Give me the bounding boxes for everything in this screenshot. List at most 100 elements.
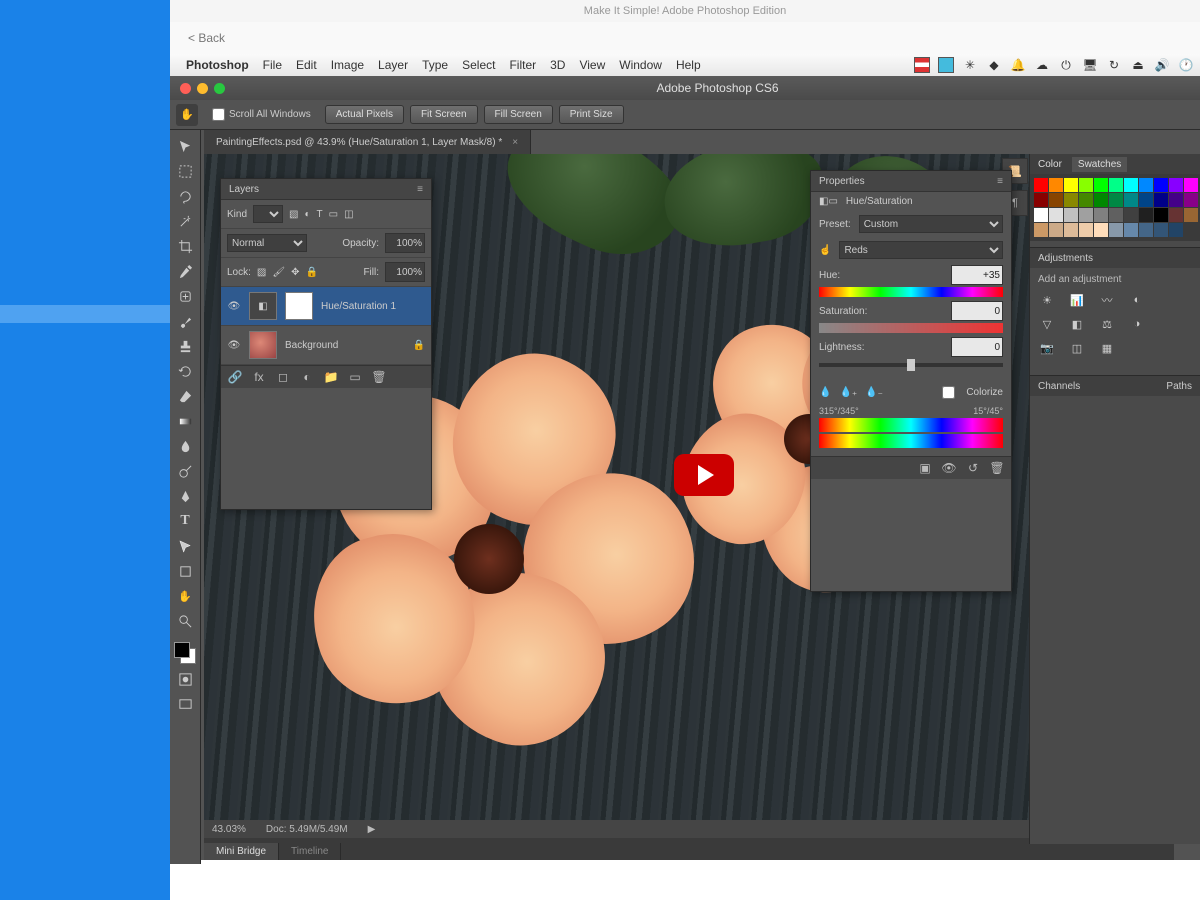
colorbalance-adj-icon[interactable]: ⚖ xyxy=(1098,315,1116,333)
status-docinfo[interactable]: Doc: 5.49M/5.49M xyxy=(266,824,348,835)
panel-menu-icon[interactable]: ≡ xyxy=(997,176,1003,187)
layer-mask-thumb[interactable] xyxy=(285,292,313,320)
eyedropper-icon[interactable]: 💧 xyxy=(819,387,831,398)
fit-screen-button[interactable]: Fit Screen xyxy=(410,105,478,124)
filter-adj-icon[interactable]: ◐ xyxy=(304,209,310,220)
swatch[interactable] xyxy=(1169,178,1183,192)
menu-file[interactable]: File xyxy=(263,58,282,72)
status-arrow-icon[interactable]: ▶ xyxy=(368,824,376,835)
mask-icon[interactable]: ◻ xyxy=(275,369,291,385)
visibility-icon[interactable]: 👁 xyxy=(227,340,241,351)
wand-tool[interactable] xyxy=(172,209,198,233)
video-play-button[interactable] xyxy=(674,454,734,496)
paths-tab[interactable]: Paths xyxy=(1166,381,1192,392)
swatch[interactable] xyxy=(1064,208,1078,222)
swatch[interactable] xyxy=(1109,223,1123,237)
status-zoom[interactable]: 43.03% xyxy=(212,824,246,835)
menu-view[interactable]: View xyxy=(579,58,605,72)
bg-layer-thumb[interactable] xyxy=(249,331,277,359)
status-flag-icon[interactable] xyxy=(914,57,930,73)
hand-tool-2[interactable]: ✋ xyxy=(172,584,198,608)
eraser-tool[interactable] xyxy=(172,384,198,408)
window-close-button[interactable] xyxy=(180,83,191,94)
swatch[interactable] xyxy=(1034,178,1048,192)
trash-icon[interactable]: 🗑 xyxy=(371,369,387,385)
layers-panel-header[interactable]: Layers≡ xyxy=(221,179,431,200)
blur-tool[interactable] xyxy=(172,434,198,458)
swatch[interactable] xyxy=(1064,193,1078,207)
type-tool[interactable]: T xyxy=(172,509,198,533)
targeted-adjustment-icon[interactable]: ☝ xyxy=(819,245,831,256)
lock-position-icon[interactable]: ✥ xyxy=(291,267,299,278)
color-range-bar-top[interactable] xyxy=(819,418,1003,432)
close-tab-icon[interactable]: × xyxy=(512,137,518,148)
swatch[interactable] xyxy=(1169,208,1183,222)
hue-input[interactable] xyxy=(951,265,1003,285)
menu-3d[interactable]: 3D xyxy=(550,58,565,72)
pen-tool[interactable] xyxy=(172,484,198,508)
swatch[interactable] xyxy=(1094,193,1108,207)
lock-pixels-icon[interactable]: 🖌 xyxy=(272,267,285,278)
menu-layer[interactable]: Layer xyxy=(378,58,408,72)
marquee-tool[interactable] xyxy=(172,159,198,183)
swatch[interactable] xyxy=(1079,208,1093,222)
eyedropper-tool[interactable] xyxy=(172,259,198,283)
fg-bg-colors[interactable] xyxy=(172,640,198,666)
fill-input[interactable] xyxy=(385,262,425,282)
lightness-input[interactable] xyxy=(951,337,1003,357)
swatch[interactable] xyxy=(1049,178,1063,192)
swatch[interactable] xyxy=(1184,193,1198,207)
filter-pixel-icon[interactable]: ▧ xyxy=(289,209,298,220)
brush-tool[interactable] xyxy=(172,309,198,333)
vibrance-adj-icon[interactable]: ▽ xyxy=(1038,315,1056,333)
photofilter-adj-icon[interactable]: 📷 xyxy=(1038,339,1056,357)
back-link[interactable]: < Back xyxy=(188,31,225,45)
swatch[interactable] xyxy=(1064,178,1078,192)
properties-header[interactable]: Properties≡ xyxy=(811,171,1011,192)
actual-pixels-button[interactable]: Actual Pixels xyxy=(325,105,404,124)
status-asterisk-icon[interactable]: ✳︎ xyxy=(962,57,978,73)
swatch[interactable] xyxy=(1109,178,1123,192)
fill-screen-button[interactable]: Fill Screen xyxy=(484,105,553,124)
swatch[interactable] xyxy=(1079,178,1093,192)
reset-icon[interactable]: ↺ xyxy=(965,460,981,476)
lasso-tool[interactable] xyxy=(172,184,198,208)
quickmask-toggle[interactable] xyxy=(172,667,198,691)
document-tab[interactable]: PaintingEffects.psd @ 43.9% (Hue/Saturat… xyxy=(204,130,531,154)
swatch[interactable] xyxy=(1034,208,1048,222)
swatch[interactable] xyxy=(1154,178,1168,192)
view-previous-icon[interactable]: 👁 xyxy=(941,460,957,476)
swatch[interactable] xyxy=(1094,223,1108,237)
color-range-bar-bottom[interactable] xyxy=(819,434,1003,448)
visibility-icon[interactable]: 👁 xyxy=(227,301,241,312)
filter-shape-icon[interactable]: ▭ xyxy=(329,209,338,220)
swatch[interactable] xyxy=(1154,208,1168,222)
lookup-adj-icon[interactable]: ▦ xyxy=(1098,339,1116,357)
swatch[interactable] xyxy=(1049,193,1063,207)
eyedropper-minus-icon[interactable]: 💧₋ xyxy=(865,387,883,398)
swatch[interactable] xyxy=(1094,208,1108,222)
menu-edit[interactable]: Edit xyxy=(296,58,317,72)
swatches-tab[interactable]: Swatches xyxy=(1072,157,1127,172)
opacity-input[interactable] xyxy=(385,233,425,253)
hand-tool-icon[interactable]: ✋ xyxy=(176,104,198,126)
swatch[interactable] xyxy=(1139,193,1153,207)
new-layer-icon[interactable]: ▭ xyxy=(347,369,363,385)
print-size-button[interactable]: Print Size xyxy=(559,105,624,124)
huesat-adj-icon[interactable]: ◧ xyxy=(1068,315,1086,333)
layer-name[interactable]: Hue/Saturation 1 xyxy=(321,301,396,312)
link-layers-icon[interactable]: 🔗 xyxy=(227,369,243,385)
status-power-icon[interactable]: ⏻ xyxy=(1058,57,1074,73)
layer-item-background[interactable]: 👁 Background 🔒 xyxy=(221,326,431,365)
minibridge-tab[interactable]: Mini Bridge xyxy=(204,843,279,860)
new-adj-icon[interactable]: ◐ xyxy=(299,369,315,385)
layers-kind-select[interactable] xyxy=(253,205,283,223)
scroll-all-windows-check[interactable]: Scroll All Windows xyxy=(212,108,311,121)
swatch[interactable] xyxy=(1169,223,1183,237)
swatch[interactable] xyxy=(1049,208,1063,222)
saturation-slider-track[interactable] xyxy=(819,323,1003,333)
window-zoom-button[interactable] xyxy=(214,83,225,94)
swatch[interactable] xyxy=(1124,208,1138,222)
menu-help[interactable]: Help xyxy=(676,58,701,72)
swatch[interactable] xyxy=(1079,223,1093,237)
